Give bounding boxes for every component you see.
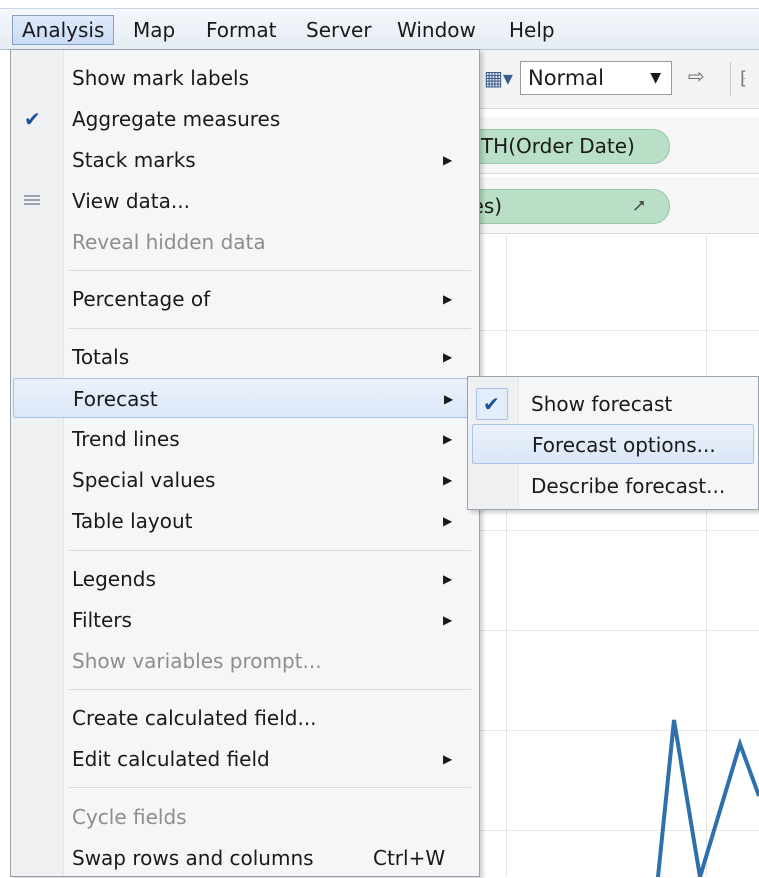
submenu-arrow-icon: ▶ [443,153,453,167]
menu-item-label: Show forecast [531,392,673,416]
menu-item-cycle-fields: Cycle fields [11,797,479,837]
menu-item-stack-marks[interactable]: Stack marks ▶ [11,140,479,180]
menu-item-show-mark-labels[interactable]: Show mark labels [11,58,479,98]
sales-line [656,719,759,877]
menu-separator [69,328,471,329]
menu-separator [69,270,471,271]
menu-item-label: Stack marks [72,148,196,172]
menu-window[interactable]: Window [388,15,485,45]
menu-item-forecast-options[interactable]: Forecast options... [472,424,754,464]
view-size-value: Normal [528,66,604,90]
menu-item-totals[interactable]: Totals ▶ [11,337,479,377]
submenu-arrow-icon: ▶ [444,392,454,406]
submenu-arrow-icon: ▶ [443,432,453,446]
menu-item-legends[interactable]: Legends ▶ [11,559,479,599]
submenu-arrow-icon: ▶ [443,514,453,528]
columns-pill-label: NTH(Order Date) [466,134,635,158]
rows-pill[interactable]: les) ⭧ [460,189,670,224]
menu-item-reveal-hidden-data: Reveal hidden data [11,222,479,262]
submenu-arrow-icon: ▶ [443,613,453,627]
menu-item-label: Show variables prompt... [72,649,322,673]
forecast-arrow-icon: ⭧ [633,196,645,217]
menu-item-special-values[interactable]: Special values ▶ [11,460,479,500]
menu-item-label: Table layout [72,509,193,533]
checkmark-icon: ✔ [483,392,500,416]
menu-server[interactable]: Server [297,15,381,45]
toolbar: ▦▾ Normal ▼ ⇨ ⁅ [460,50,759,109]
menu-item-label: Percentage of [72,287,211,311]
menu-item-table-layout[interactable]: Table layout ▶ [11,501,479,541]
menu-item-edit-calculated-field[interactable]: Edit calculated field ▶ [11,739,479,779]
checkmark-icon: ✔ [24,107,41,131]
table-grid-icon [24,195,40,207]
menu-item-label: Show mark labels [72,66,250,90]
submenu-arrow-icon: ▶ [443,572,453,586]
window-top-edge [0,0,759,9]
keyboard-shortcut: Ctrl+W [373,846,446,870]
menu-item-label: Trend lines [72,427,180,451]
menu-item-label: Filters [72,608,132,632]
submenu-arrow-icon: ▶ [443,350,453,364]
menu-item-label: Describe forecast... [531,474,726,498]
menu-item-label: Legends [72,567,156,591]
menu-item-label: Aggregate measures [72,107,281,131]
view-size-select[interactable]: Normal ▼ [520,61,672,95]
menu-item-label: Reveal hidden data [72,230,266,254]
menu-item-label: Forecast [73,387,158,411]
chevron-down-icon: ▼ [650,70,661,86]
forecast-submenu: ✔ Show forecast Forecast options... Desc… [467,376,759,510]
toolbar-divider [730,62,731,96]
menu-item-percentage-of[interactable]: Percentage of ▶ [11,279,479,319]
show-me-grid-icon[interactable]: ▦▾ [484,66,513,90]
menu-help[interactable]: Help [500,15,564,45]
menu-item-label: Edit calculated field [72,747,270,771]
menu-item-trend-lines[interactable]: Trend lines ▶ [11,419,479,459]
line-chart [656,719,759,877]
menu-item-label: Totals [72,345,130,369]
menu-item-filters[interactable]: Filters ▶ [11,600,479,640]
menu-item-label: Create calculated field... [72,706,317,730]
menu-item-label: Cycle fields [72,805,187,829]
menu-item-label: View data... [72,189,190,213]
menu-item-forecast[interactable]: Forecast ▶ [13,378,477,418]
columns-shelf: NTH(Order Date) [460,117,759,174]
submenu-arrow-icon: ▶ [443,473,453,487]
menu-bar: Analysis Map Format Server Window Help [0,9,759,50]
rows-shelf: les) ⭧ [460,177,759,234]
menu-item-label: Forecast options... [532,433,716,457]
menu-item-label: Swap rows and columns [72,846,314,870]
menu-format[interactable]: Format [197,15,285,45]
menu-separator [69,689,471,690]
menu-item-describe-forecast[interactable]: Describe forecast... [468,466,758,506]
menu-item-aggregate-measures[interactable]: ✔ Aggregate measures [11,99,479,139]
menu-separator [69,787,471,788]
submenu-arrow-icon: ▶ [443,752,453,766]
menu-item-show-forecast[interactable]: ✔ Show forecast [468,384,758,424]
menu-item-create-calculated-field[interactable]: Create calculated field... [11,698,479,738]
analysis-menu: Show mark labels ✔ Aggregate measures St… [10,49,480,877]
pin-icon[interactable]: ⇨ [688,64,705,88]
view-canvas[interactable] [460,236,759,877]
menu-separator [69,550,471,551]
toolbar-more-icon[interactable]: ⁅ [740,68,747,89]
submenu-arrow-icon: ▶ [443,292,453,306]
menu-item-show-variables-prompt: Show variables prompt... [11,641,479,681]
columns-pill[interactable]: NTH(Order Date) [460,129,670,164]
menu-item-label: Special values [72,468,216,492]
menu-analysis[interactable]: Analysis [12,15,115,45]
menu-item-swap-rows-and-columns[interactable]: Swap rows and columns Ctrl+W [11,838,479,878]
menu-map[interactable]: Map [124,15,184,45]
menu-item-view-data[interactable]: View data... [11,181,479,221]
